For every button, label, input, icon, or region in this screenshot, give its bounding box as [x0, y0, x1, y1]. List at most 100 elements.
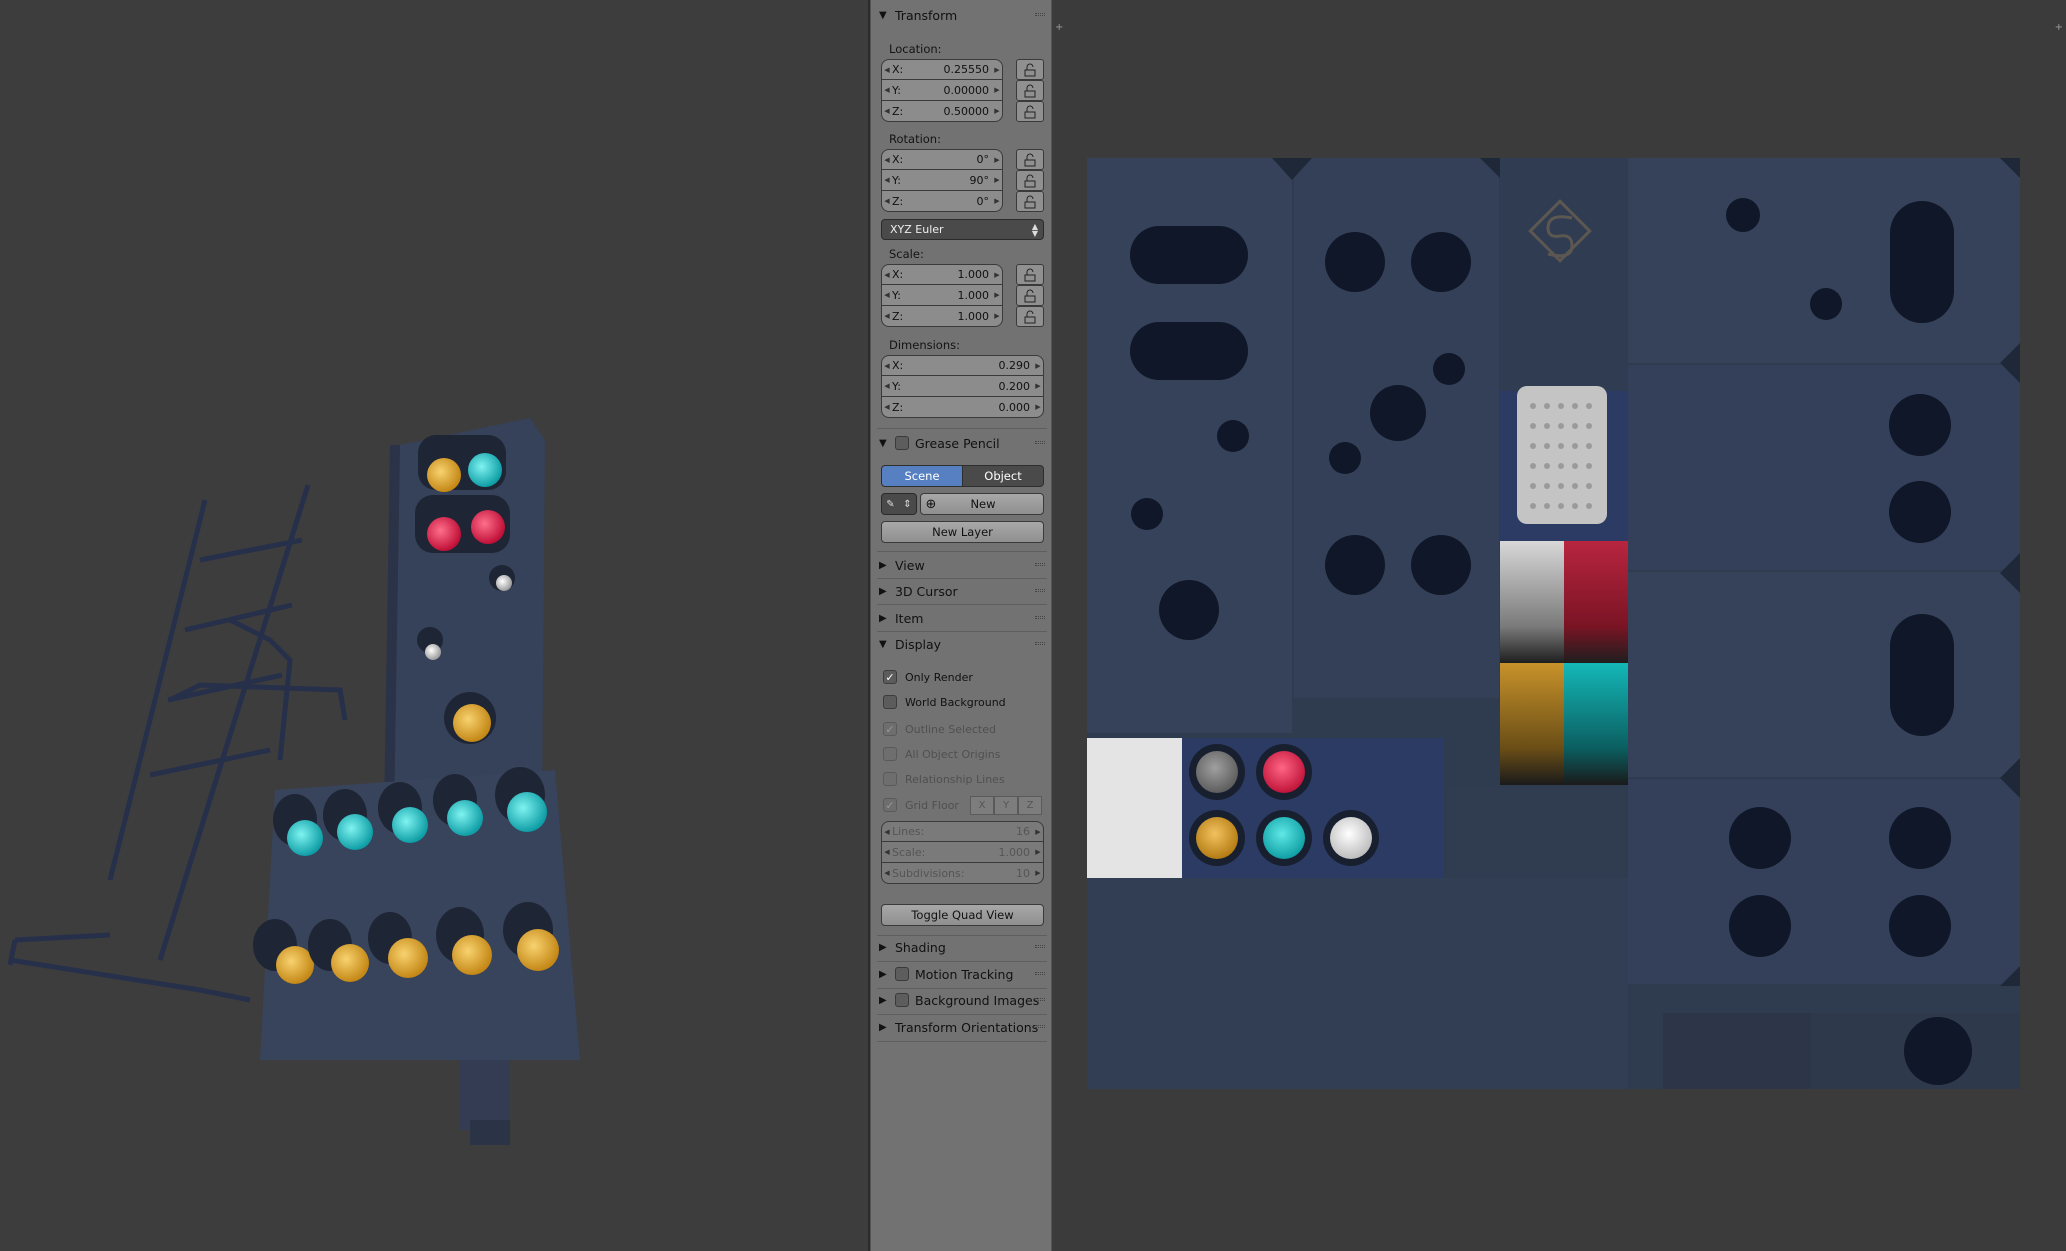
datablock-browse-button[interactable]: ✎ ⇕: [881, 493, 917, 515]
decrement-arrow-icon[interactable]: ◀: [882, 156, 892, 164]
lock-rotation-x-toggle[interactable]: [1016, 149, 1044, 170]
updown-arrows-icon: ⇕: [903, 498, 912, 510]
grease-pencil-panel-header[interactable]: ▼ Grease Pencil: [879, 433, 1045, 453]
only-render-checkbox[interactable]: ✓ Only Render: [883, 668, 973, 686]
lock-rotation-y-toggle[interactable]: [1016, 170, 1044, 191]
rotation-mode-dropdown[interactable]: XYZ Euler ▲ ▼: [881, 219, 1044, 240]
rotation-x-field[interactable]: ◀ X: 0° ▶: [881, 149, 1003, 170]
drag-grip-icon[interactable]: [1035, 945, 1045, 948]
display-panel-header[interactable]: ▼ Display: [879, 634, 1045, 654]
lock-rotation-z-toggle[interactable]: [1016, 191, 1044, 212]
3d-viewport[interactable]: [0, 0, 870, 1251]
increment-arrow-icon[interactable]: ▶: [992, 291, 1002, 299]
increment-arrow-icon[interactable]: ▶: [992, 156, 1002, 164]
increment-arrow-icon[interactable]: ▶: [1033, 362, 1043, 370]
grid-axis-toggles[interactable]: X Y Z: [970, 796, 1042, 815]
all-object-origins-checkbox[interactable]: All Object Origins: [883, 745, 1000, 763]
grid-subdivisions-field[interactable]: ◀ Subdivisions: 10 ▶: [881, 863, 1044, 884]
drag-grip-icon[interactable]: [1035, 972, 1045, 975]
area-split-corner-icon[interactable]: +: [1055, 22, 1063, 33]
motion-tracking-panel-header[interactable]: ▶ Motion Tracking: [879, 964, 1045, 984]
decrement-arrow-icon[interactable]: ◀: [882, 271, 892, 279]
decrement-arrow-icon[interactable]: ◀: [882, 86, 892, 94]
transform-panel-header[interactable]: ▼ Transform: [879, 5, 1045, 25]
relationship-lines-checkbox[interactable]: Relationship Lines: [883, 770, 1005, 788]
drag-grip-icon[interactable]: [1035, 1025, 1045, 1028]
increment-arrow-icon[interactable]: ▶: [992, 197, 1002, 205]
new-layer-button[interactable]: New Layer: [881, 521, 1044, 543]
decrement-arrow-icon[interactable]: ◀: [882, 362, 892, 370]
panel-title: Transform: [895, 7, 958, 23]
grease-pencil-enable-checkbox[interactable]: [895, 436, 909, 450]
increment-arrow-icon[interactable]: ▶: [992, 176, 1002, 184]
location-z-field[interactable]: ◀ Z: 0.50000 ▶: [881, 101, 1003, 122]
dimensions-y-field[interactable]: ◀ Y: 0.200 ▶: [881, 376, 1044, 397]
lock-location-z-toggle[interactable]: [1016, 101, 1044, 122]
lock-scale-z-toggle[interactable]: [1016, 306, 1044, 327]
padlock-icon: [1024, 105, 1036, 118]
new-grease-pencil-button[interactable]: ⊕ New: [920, 493, 1044, 515]
increment-arrow-icon[interactable]: ▶: [1033, 382, 1043, 390]
drag-grip-icon[interactable]: [1035, 998, 1045, 1001]
grid-lines-field[interactable]: ◀ Lines: 16 ▶: [881, 821, 1044, 842]
drag-grip-icon[interactable]: [1035, 616, 1045, 619]
lock-location-x-toggle[interactable]: [1016, 59, 1044, 80]
axis-x-toggle[interactable]: X: [970, 796, 994, 815]
shading-panel-header[interactable]: ▶ Shading: [879, 937, 1045, 957]
image-editor[interactable]: + +: [1052, 0, 2066, 1251]
scale-z-field[interactable]: ◀ Z: 1.000 ▶: [881, 306, 1003, 327]
increment-arrow-icon[interactable]: ▶: [1033, 403, 1043, 411]
lock-scale-x-toggle[interactable]: [1016, 264, 1044, 285]
dimensions-x-field[interactable]: ◀ X: 0.290 ▶: [881, 355, 1044, 376]
properties-panel[interactable]: ▼ Transform Location: ◀ X: 0.25550 ▶ ◀ Y: 0.0…: [870, 0, 1052, 1251]
outline-selected-checkbox[interactable]: ✓ Outline Selected: [883, 720, 996, 738]
increment-arrow-icon[interactable]: ▶: [992, 86, 1002, 94]
area-split-corner-icon[interactable]: +: [2055, 22, 2063, 33]
increment-arrow-icon[interactable]: ▶: [992, 312, 1002, 320]
drag-grip-icon[interactable]: [1035, 441, 1045, 444]
increment-arrow-icon[interactable]: ▶: [992, 66, 1002, 74]
background-images-panel-header[interactable]: ▶ Background Images: [879, 990, 1045, 1010]
rotation-z-field[interactable]: ◀ Z: 0° ▶: [881, 191, 1003, 212]
world-background-checkbox[interactable]: World Background: [883, 693, 1006, 711]
axis-y-toggle[interactable]: Y: [994, 796, 1018, 815]
grease-pencil-source-toggle[interactable]: Scene Object: [881, 465, 1044, 487]
scale-x-field[interactable]: ◀ X: 1.000 ▶: [881, 264, 1003, 285]
axis-z-toggle[interactable]: Z: [1018, 796, 1042, 815]
view-panel-header[interactable]: ▶ View: [879, 555, 1045, 575]
decrement-arrow-icon[interactable]: ◀: [882, 382, 892, 390]
item-panel-header[interactable]: ▶ Item: [879, 608, 1045, 628]
transform-orientations-panel-header[interactable]: ▶ Transform Orientations: [879, 1017, 1045, 1037]
decrement-arrow-icon[interactable]: ◀: [882, 176, 892, 184]
padlock-icon: [1024, 63, 1036, 76]
increment-arrow-icon[interactable]: ▶: [992, 107, 1002, 115]
toggle-quad-view-button[interactable]: Toggle Quad View: [881, 904, 1044, 926]
drag-grip-icon[interactable]: [1035, 642, 1045, 645]
lock-scale-y-toggle[interactable]: [1016, 285, 1044, 306]
drag-grip-icon[interactable]: [1035, 563, 1045, 566]
lock-location-y-toggle[interactable]: [1016, 80, 1044, 101]
location-x-field[interactable]: ◀ X: 0.25550 ▶: [881, 59, 1003, 80]
decrement-arrow-icon[interactable]: ◀: [882, 312, 892, 320]
location-y-field[interactable]: ◀ Y: 0.00000 ▶: [881, 80, 1003, 101]
rotation-y-field[interactable]: ◀ Y: 90° ▶: [881, 170, 1003, 191]
increment-arrow-icon[interactable]: ▶: [992, 271, 1002, 279]
scene-tab[interactable]: Scene: [881, 465, 963, 487]
dimensions-z-field[interactable]: ◀ Z: 0.000 ▶: [881, 397, 1044, 418]
motion-tracking-checkbox[interactable]: [895, 967, 909, 981]
decrement-arrow-icon[interactable]: ◀: [882, 403, 892, 411]
drag-grip-icon[interactable]: [1035, 589, 1045, 592]
scale-y-field[interactable]: ◀ Y: 1.000 ▶: [881, 285, 1003, 306]
object-tab[interactable]: Object: [963, 465, 1044, 487]
collapsed-triangle-icon: ▶: [879, 585, 887, 597]
drag-grip-icon[interactable]: [1035, 13, 1045, 16]
decrement-arrow-icon[interactable]: ◀: [882, 66, 892, 74]
grid-floor-checkbox[interactable]: ✓ Grid Floor: [883, 796, 959, 814]
grid-scale-field[interactable]: ◀ Scale: 1.000 ▶: [881, 842, 1044, 863]
decrement-arrow-icon[interactable]: ◀: [882, 197, 892, 205]
background-images-checkbox[interactable]: [895, 993, 909, 1007]
decrement-arrow-icon[interactable]: ◀: [882, 107, 892, 115]
3d-cursor-panel-header[interactable]: ▶ 3D Cursor: [879, 581, 1045, 601]
decrement-arrow-icon[interactable]: ◀: [882, 291, 892, 299]
grease-pencil-datablock-row[interactable]: ✎ ⇕ ⊕ New: [881, 493, 1044, 515]
